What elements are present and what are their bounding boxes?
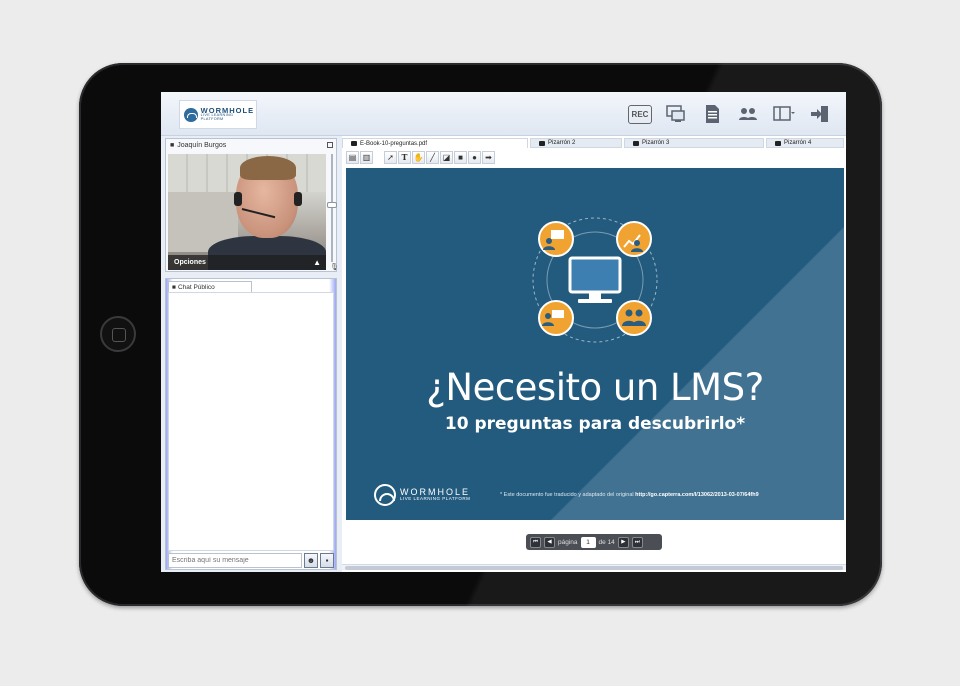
slide-title: ¿Necesito un LMS? (426, 366, 764, 409)
text-icon[interactable]: T (398, 150, 411, 164)
wormhole-logo-icon (374, 484, 396, 506)
first-page-icon: ⏮ (533, 538, 538, 545)
logo-mark-icon (184, 107, 198, 122)
tab-pizarron-4[interactable]: Pizarrón 4 (766, 138, 844, 148)
line-icon[interactable]: ╱ (426, 150, 439, 164)
teacher-board-icon (538, 221, 574, 257)
chat-bubble-icon: ■ (172, 283, 176, 291)
slide-subtitle: 10 preguntas para descubrirlo* (444, 414, 746, 434)
slide-logo-tagline: LIVE LEARNING PLATFORM (400, 496, 471, 502)
prev-page-button[interactable]: ◀ (544, 536, 555, 548)
webcam-feed (168, 154, 326, 270)
last-page-icon: ⏭ (634, 538, 640, 545)
footnote-text: * Este documento fue traducido y adaptad… (500, 492, 634, 498)
share-screen-icon (666, 105, 685, 122)
emoticon-button[interactable]: ☻ (304, 553, 318, 568)
chat-emoticon-icon: ☻ (306, 556, 316, 565)
prev-page-icon: ◀ (547, 539, 552, 545)
rectangle-icon[interactable]: ■ (454, 150, 467, 164)
tab-label: Pizarrón 4 (784, 140, 812, 146)
delete-icon[interactable]: ▥ (360, 150, 373, 164)
page-navigator: ⏮ ◀ página 1 de 14 ▶ ⏭ (526, 534, 662, 550)
participants-icon (739, 108, 757, 120)
last-page-button[interactable]: ⏭ (631, 536, 643, 548)
layout-button[interactable] (772, 102, 796, 126)
monitor-icon (539, 140, 545, 146)
top-toolbar: WORMHOLE LIVE LEARNING PLATFORM REC (161, 92, 846, 136)
next-page-button[interactable]: ▶ (617, 536, 629, 548)
horizontal-scrollbar[interactable] (342, 564, 846, 570)
chat-tab-label: Chat Público (177, 283, 215, 291)
lms-illustration (532, 217, 658, 343)
arrow-icon[interactable]: ➡ (482, 150, 495, 164)
video-options-bar[interactable]: Opciones ▲ (168, 255, 326, 270)
document-icon (706, 105, 719, 123)
save-icon: ▪ (325, 556, 329, 565)
page-number-input[interactable]: 1 (580, 536, 596, 548)
app-screen: WORMHOLE LIVE LEARNING PLATFORM REC ■ Jo… (161, 92, 846, 572)
home-button[interactable] (100, 316, 136, 352)
tab-pizarron-3[interactable]: Pizarrón 3 (624, 138, 764, 148)
webcam-icon: ■ (170, 141, 175, 149)
volume-slider[interactable] (327, 154, 337, 262)
tab-label: Pizarrón 3 (642, 140, 670, 146)
tab-ebook[interactable]: E-Book-10-preguntas.pdf (342, 138, 528, 148)
slide-canvas: ¿Necesito un LMS? 10 preguntas para desc… (346, 168, 844, 520)
tab-pizarron-2[interactable]: Pizarrón 2 (530, 138, 622, 148)
hand-icon[interactable]: ✋ (412, 150, 425, 164)
documents-button[interactable] (700, 102, 724, 126)
document-tabs: E-Book-10-preguntas.pdf Pizarrón 2 Pizar… (342, 138, 846, 148)
rec-icon: REC (628, 104, 652, 124)
pointer-icon[interactable]: ➚ (384, 150, 397, 164)
video-user-name: Joaquín Burgos (177, 141, 227, 149)
eraser-icon[interactable]: ◪ (440, 150, 453, 164)
chat-messages (168, 292, 334, 551)
monitor-icon (775, 140, 781, 146)
chat-panel: ■ Chat Público ☻ ▪ (165, 278, 337, 570)
tab-label: E-Book-10-preguntas.pdf (360, 140, 428, 147)
rec-button[interactable]: REC (628, 102, 652, 126)
monitor-icon (633, 140, 639, 146)
layout-icon (773, 106, 795, 121)
monitor-icon (351, 141, 357, 146)
microphone-icon: 🎙 (330, 264, 339, 271)
slide-footnote: * Este documento fue traducido y adaptad… (500, 492, 759, 498)
slide-logo: WORMHOLE LIVE LEARNING PLATFORM (374, 484, 470, 506)
group-learners-icon (616, 300, 652, 336)
footnote-link[interactable]: http://go.capterra.com/l/13062/2013-03-0… (635, 492, 759, 498)
share-screen-button[interactable] (664, 102, 688, 126)
presentation-area: E-Book-10-preguntas.pdf Pizarrón 2 Pizar… (342, 136, 846, 572)
page-total: de 14 (598, 538, 615, 546)
options-label: Opciones (174, 259, 206, 266)
student-laptop-icon (538, 300, 574, 336)
circle-icon[interactable]: ● (468, 150, 481, 164)
volume-knob[interactable] (327, 202, 337, 208)
page-label: página (558, 538, 578, 546)
video-panel: ■ Joaquín Burgos Opciones ▲ 🎙 (165, 138, 339, 272)
next-page-icon: ▶ (621, 539, 626, 545)
save-chat-button[interactable]: ▪ (320, 553, 334, 568)
tab-label: Pizarrón 2 (548, 140, 576, 146)
participants-button[interactable] (736, 102, 760, 126)
tab-public-chat[interactable]: ■ Chat Público (168, 281, 252, 292)
first-page-button[interactable]: ⏮ (530, 536, 541, 548)
analytics-icon (616, 221, 652, 257)
scrollbar-thumb[interactable] (345, 566, 843, 570)
whiteboard-tools: ▤ ▥ ➚ T ✋ ╱ ◪ ■ ● ➡ (346, 150, 495, 164)
exit-icon (811, 106, 828, 122)
new-page-icon[interactable]: ▤ (346, 150, 359, 164)
chat-message-input[interactable] (168, 553, 302, 568)
maximize-icon[interactable] (327, 142, 333, 148)
app-logo: WORMHOLE LIVE LEARNING PLATFORM (179, 100, 257, 129)
exit-button[interactable] (808, 102, 832, 126)
expand-up-icon[interactable]: ▲ (313, 258, 321, 267)
logo-tagline: LIVE LEARNING PLATFORM (200, 113, 234, 122)
